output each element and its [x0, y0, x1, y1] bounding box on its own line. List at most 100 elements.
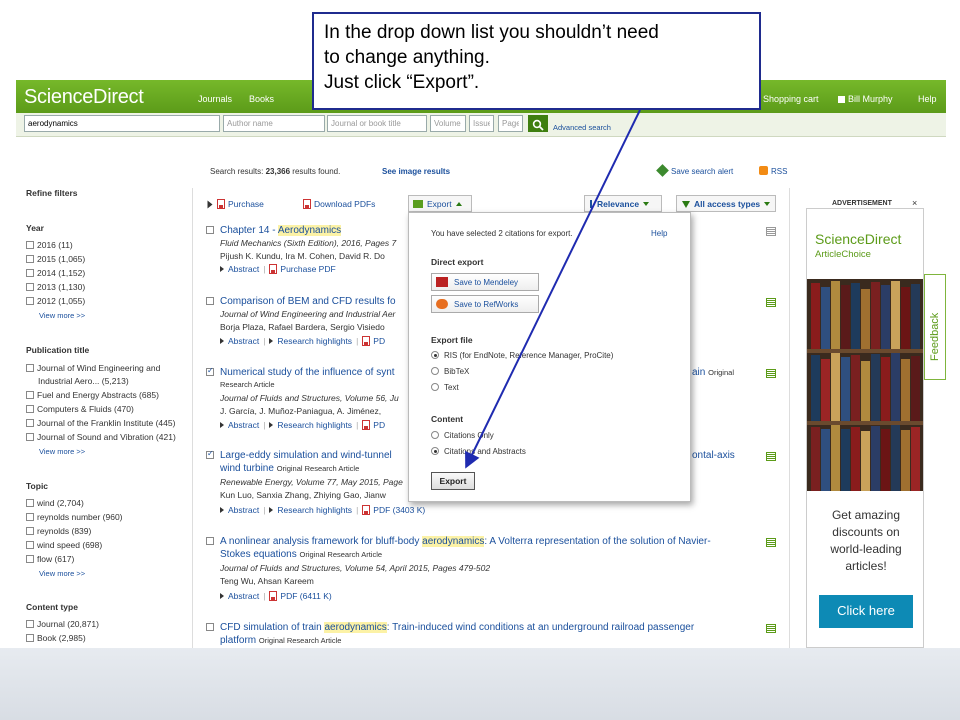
nav-user-account[interactable]: Bill Murphy: [838, 94, 893, 104]
ad-click-here-button[interactable]: Click here: [819, 595, 913, 628]
keyword-search-input[interactable]: [24, 115, 220, 132]
filter-topic-item[interactable]: flow (617): [26, 554, 74, 564]
research-highlights-link[interactable]: Research highlights: [277, 505, 352, 515]
access-type-dropdown[interactable]: All access types: [676, 195, 776, 212]
abstract-link[interactable]: Abstract: [228, 264, 259, 274]
filter-content-item[interactable]: Book (2,985): [26, 633, 86, 643]
result-title-link[interactable]: Numerical study of the influence of synt: [220, 367, 395, 378]
nav-help[interactable]: Help: [918, 94, 937, 104]
abstract-link[interactable]: Abstract: [228, 420, 259, 430]
purchase-button[interactable]: Purchase: [206, 199, 264, 209]
filter-publication-item[interactable]: Journal of Sound and Vibration (421): [26, 432, 176, 442]
sort-relevance-dropdown[interactable]: Relevance: [584, 195, 662, 212]
abstract-link[interactable]: Abstract: [228, 505, 259, 515]
result-checkbox[interactable]: [206, 623, 214, 631]
radio-selected[interactable]: [431, 351, 439, 359]
radio[interactable]: [431, 367, 439, 375]
result-checkbox[interactable]: [206, 226, 214, 234]
research-highlights-link[interactable]: Research highlights: [277, 336, 352, 346]
result-title-tail[interactable]: ontal-axis: [692, 450, 735, 461]
filter-topic-item[interactable]: reynolds (839): [26, 526, 91, 536]
format-text-radio[interactable]: Text: [431, 383, 459, 392]
checkbox[interactable]: [26, 555, 34, 563]
checkbox[interactable]: [26, 364, 34, 372]
radio-selected[interactable]: [431, 447, 439, 455]
see-image-results-link[interactable]: See image results: [382, 167, 450, 176]
year-view-more-link[interactable]: View more >>: [39, 311, 85, 320]
result-title-link[interactable]: Chapter 14 - Aerodynamics: [220, 225, 342, 236]
checkbox[interactable]: [26, 527, 34, 535]
checkbox[interactable]: [26, 433, 34, 441]
publication-view-more-link[interactable]: View more >>: [39, 447, 85, 456]
result-checkbox[interactable]: [206, 297, 214, 305]
checkbox[interactable]: [26, 499, 34, 507]
radio[interactable]: [431, 383, 439, 391]
pdf-link[interactable]: PD: [373, 336, 385, 346]
result-title-line2[interactable]: platform Original Research Article: [220, 635, 341, 646]
result-title-line2[interactable]: wind turbine Original Research Article: [220, 463, 359, 474]
filter-topic-item[interactable]: wind (2,704): [26, 498, 84, 508]
format-ris-radio[interactable]: RIS (for EndNote, Reference Manager, Pro…: [431, 351, 613, 360]
result-checkbox-checked[interactable]: [206, 449, 214, 459]
author-name-input[interactable]: [223, 115, 325, 132]
checkbox[interactable]: [26, 283, 34, 291]
checkbox[interactable]: [26, 419, 34, 427]
filter-publication-item[interactable]: Fuel and Energy Abstracts (685): [26, 390, 159, 400]
nav-shopping-cart[interactable]: Shopping cart: [763, 94, 819, 104]
checkbox[interactable]: [26, 634, 34, 642]
result-title-link[interactable]: CFD simulation of train aerodynamics: Tr…: [220, 622, 694, 633]
pdf-link[interactable]: PDF (6411 K): [280, 591, 331, 601]
filter-year-item[interactable]: 2014 (1,152): [26, 268, 85, 278]
pdf-link[interactable]: PD: [373, 420, 385, 430]
checkbox[interactable]: [26, 297, 34, 305]
save-to-refworks-button[interactable]: Save to RefWorks: [431, 295, 539, 313]
filter-year-item[interactable]: 2015 (1,065): [26, 254, 85, 264]
result-title-line2[interactable]: Stokes equations Original Research Artic…: [220, 549, 382, 560]
result-title-tail[interactable]: ain Original: [692, 367, 734, 378]
filter-topic-item[interactable]: reynolds number (960): [26, 512, 123, 522]
filter-year-item[interactable]: 2013 (1,130): [26, 282, 85, 292]
checkbox[interactable]: [26, 541, 34, 549]
download-pdfs-button[interactable]: Download PDFs: [303, 199, 375, 209]
volume-input[interactable]: [430, 115, 466, 132]
pdf-link[interactable]: PDF (3403 K): [373, 505, 425, 515]
purchase-pdf-link[interactable]: Purchase PDF: [280, 264, 335, 274]
checkbox[interactable]: [26, 269, 34, 277]
journal-title-input[interactable]: [327, 115, 427, 132]
export-dropdown-button[interactable]: Export: [408, 195, 472, 212]
checkbox[interactable]: [26, 405, 34, 413]
checkbox[interactable]: [26, 391, 34, 399]
nav-books[interactable]: Books: [249, 94, 274, 104]
checkbox[interactable]: [26, 513, 34, 521]
filter-year-item[interactable]: 2016 (11): [26, 240, 73, 250]
save-search-alert-link[interactable]: Save search alert: [656, 164, 733, 177]
result-title-link[interactable]: Comparison of BEM and CFD results fo: [220, 296, 396, 307]
content-citations-only-radio[interactable]: Citations Only: [431, 431, 494, 440]
result-checkbox[interactable]: [206, 537, 214, 545]
save-to-mendeley-button[interactable]: Save to Mendeley: [431, 273, 539, 291]
filter-publication-item[interactable]: Journal of Wind Engineering and: [26, 363, 160, 373]
advanced-search-link[interactable]: Advanced search: [553, 123, 611, 132]
page-input[interactable]: [498, 115, 523, 132]
topic-view-more-link[interactable]: View more >>: [39, 569, 85, 578]
content-citations-abstracts-radio[interactable]: Citations and Abstracts: [431, 447, 526, 456]
checkbox[interactable]: [26, 255, 34, 263]
abstract-link[interactable]: Abstract: [228, 336, 259, 346]
filter-topic-item[interactable]: wind speed (698): [26, 540, 102, 550]
export-help-link[interactable]: Help: [651, 229, 667, 238]
filter-publication-item-cont[interactable]: Industrial Aero... (5,213): [38, 376, 129, 386]
checkbox[interactable]: [26, 620, 34, 628]
result-title-link[interactable]: Large-eddy simulation and wind-tunnel: [220, 450, 392, 461]
abstract-link[interactable]: Abstract: [228, 591, 259, 601]
close-icon[interactable]: ×: [912, 198, 917, 208]
search-button[interactable]: [528, 115, 548, 132]
export-submit-button[interactable]: Export: [431, 472, 475, 490]
result-checkbox-checked[interactable]: [206, 366, 214, 376]
sciencedirect-logo[interactable]: ScienceDirect: [24, 86, 144, 109]
research-highlights-link[interactable]: Research highlights: [277, 420, 352, 430]
result-title-link[interactable]: A nonlinear analysis framework for bluff…: [220, 536, 711, 547]
format-bibtex-radio[interactable]: BibTeX: [431, 367, 469, 376]
rss-link[interactable]: RSS: [759, 166, 787, 176]
advertisement-banner[interactable]: ScienceDirect ArticleChoice Get amazing …: [806, 208, 924, 648]
feedback-tab[interactable]: Feedback: [924, 274, 946, 380]
